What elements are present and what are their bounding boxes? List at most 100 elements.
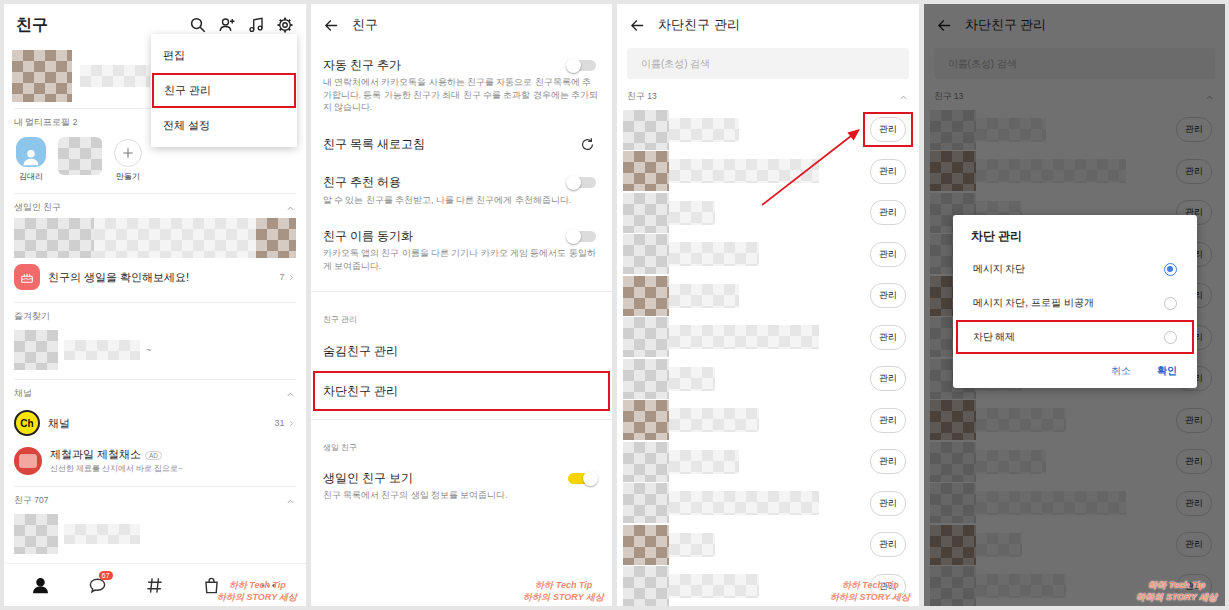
back-arrow-icon[interactable] [629, 17, 646, 34]
manage-button[interactable]: 관리 [870, 242, 906, 267]
chevron-up-icon[interactable] [898, 92, 909, 103]
blocked-friend-row: 관리 [617, 524, 919, 566]
toggle-switch[interactable] [568, 473, 596, 484]
friend-name-blur [669, 533, 715, 557]
section-header: 즐겨찾기 [4, 303, 306, 327]
nav-tab[interactable] [197, 576, 227, 595]
friend-photo [623, 442, 669, 482]
screen-title: 친구 [352, 16, 378, 34]
divider [14, 193, 296, 194]
toggle-switch[interactable] [568, 177, 596, 188]
friend-name-blur [669, 367, 715, 391]
music-icon[interactable] [247, 16, 265, 34]
birthday-prompt[interactable]: 친구의 생일을 확인해보세요!7 [4, 258, 306, 296]
dialog-button[interactable]: 취소 [1111, 364, 1131, 378]
manage-button[interactable]: 관리 [870, 117, 906, 142]
friend-photo [623, 317, 669, 357]
toggle-switch[interactable] [568, 60, 596, 71]
settings-item[interactable]: 차단친구 관리 [313, 371, 611, 411]
channel-logo-icon: Ch [14, 410, 40, 436]
block-manage-dialog: 차단 관리메시지 차단메시지 차단, 프로필 비공개차단 해제취소 확인 [953, 215, 1197, 388]
settings-item[interactable]: 친구 추천 허용알 수 있는 친구를 추천받고, 나를 다른 친구에게 추천해줍… [311, 164, 613, 218]
blocked-friend-row: 관리 [617, 441, 919, 483]
search-field[interactable] [627, 48, 909, 79]
settings-section: 자동 친구 추가내 연락처에서 카카오톡을 사용하는 친구를 자동으로 친구목록… [311, 46, 613, 283]
manage-button[interactable]: 관리 [870, 159, 906, 184]
blocked-friend-row: 관리 [617, 358, 919, 400]
manage-button[interactable]: 관리 [870, 366, 906, 391]
settings-item[interactable]: 친구 목록 새로고침 [311, 125, 613, 164]
settings-item[interactable]: 숨김친구 관리 [311, 331, 613, 371]
manage-button[interactable]: 관리 [870, 449, 906, 474]
channel-item[interactable]: Ch채널31 [4, 404, 306, 442]
multiprofile-label: 김대리 [19, 171, 43, 182]
section-header: 친구 관리 [311, 292, 613, 331]
section-header[interactable]: 채널 [4, 380, 306, 404]
friend-row[interactable] [4, 511, 306, 557]
radio-button[interactable] [1164, 331, 1177, 344]
refresh-icon[interactable] [579, 136, 596, 153]
nav-tab[interactable]: 67 [83, 576, 113, 595]
chevron-right-icon [287, 419, 296, 428]
favorite-friend[interactable]: ~ [4, 327, 306, 373]
menu-item[interactable]: 편집 [151, 38, 297, 73]
multiprofile-item[interactable]: 만들기 [114, 137, 142, 182]
channel-item[interactable]: 제철과일 제철채소AD신선한 제료를 산지에서 바로 집으로~ [4, 442, 306, 480]
birthday-friends-blur [14, 218, 296, 258]
friends-screen: 친구내 멀티프로필 2김대리만들기생일인 친구친구의 생일을 확인해보세요!7즐… [4, 4, 306, 606]
section-header[interactable]: 생일인 친구 [4, 194, 306, 218]
nav-tab[interactable] [26, 576, 56, 595]
friend-photo [623, 110, 669, 150]
dialog-title: 차단 관리 [953, 229, 1197, 252]
cake-icon [14, 264, 40, 290]
screen-title: 친구 [16, 15, 48, 36]
manage-button[interactable]: 관리 [870, 408, 906, 433]
add-friend-icon[interactable] [218, 16, 236, 34]
friend-photo [623, 193, 669, 233]
manage-button[interactable]: 관리 [870, 283, 906, 308]
chevron-up-icon[interactable] [285, 496, 296, 507]
friend-name-blur [669, 242, 759, 266]
avatar-icon [16, 137, 46, 167]
nav-tab[interactable] [140, 576, 170, 595]
chevron-up-icon[interactable] [285, 203, 296, 214]
settings-item[interactable]: 친구 이름 동기화카카오톡 앱의 친구 이름을 다른 기기나 카카오 게임 등에… [311, 217, 613, 283]
unread-badge: 67 [99, 571, 113, 580]
blocked-header: 차단친구 관리 [617, 4, 919, 46]
friend-name-blur [669, 159, 819, 183]
radio-option[interactable]: 차단 해제 [956, 320, 1194, 354]
multiprofile-item[interactable]: 김대리 [16, 137, 46, 182]
group-header[interactable]: 친구 13 [617, 79, 919, 109]
ad-badge: AD [145, 451, 162, 460]
manage-button[interactable]: 관리 [870, 200, 906, 225]
manage-button[interactable]: 관리 [870, 532, 906, 557]
manage-button[interactable]: 관리 [870, 325, 906, 350]
settings-item[interactable]: 자동 친구 추가내 연락처에서 카카오톡을 사용하는 친구를 자동으로 친구목록… [311, 46, 613, 125]
multiprofile-item[interactable] [58, 137, 102, 175]
menu-item[interactable]: 친구 관리 [152, 73, 296, 108]
radio-option[interactable]: 메시지 차단 [956, 252, 1194, 286]
settings-item[interactable]: 생일인 친구 보기친구 목록에서 친구의 생일 정보를 보여줍니다. [311, 459, 613, 513]
chevron-up-icon[interactable] [285, 389, 296, 400]
dialog-button[interactable]: 확인 [1157, 364, 1177, 378]
back-arrow-icon[interactable] [323, 17, 340, 34]
friend-name-blur [669, 574, 759, 598]
search-icon[interactable] [189, 16, 207, 34]
radio-option[interactable]: 메시지 차단, 프로필 비공개 [956, 286, 1194, 320]
section-header[interactable]: 친구 707 [4, 487, 306, 511]
radio-button[interactable] [1164, 297, 1177, 310]
profile-name-blur [80, 65, 150, 87]
blocked-friend-row: 관리 [617, 151, 919, 193]
manage-button[interactable]: 관리 [870, 491, 906, 516]
hash-icon [145, 576, 164, 595]
menu-item[interactable]: 전체 설정 [151, 108, 297, 143]
friend-settings-screen: 친구자동 친구 추가내 연락처에서 카카오톡을 사용하는 친구를 자동으로 친구… [311, 4, 613, 606]
toggle-switch[interactable] [568, 231, 596, 242]
radio-button[interactable] [1164, 263, 1177, 276]
search-input[interactable] [639, 57, 897, 70]
friend-photo [623, 151, 669, 191]
friend-photo [623, 483, 669, 523]
friend-photo [623, 276, 669, 316]
blocked-friend-row: 관리 [617, 317, 919, 359]
gear-icon[interactable] [276, 16, 294, 34]
